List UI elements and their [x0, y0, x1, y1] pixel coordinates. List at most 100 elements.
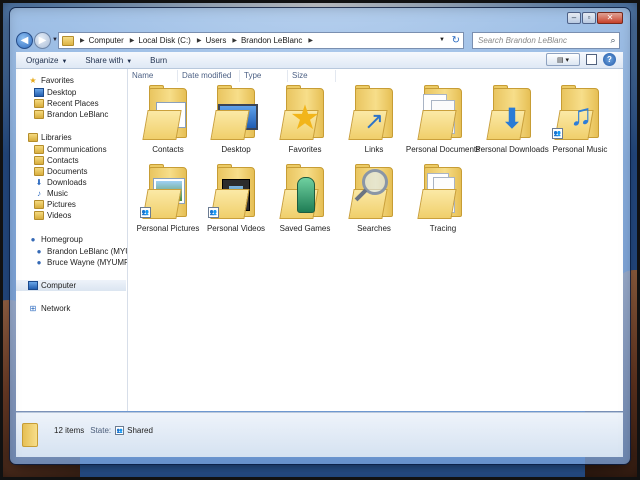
- forward-arrow-icon: ▶: [38, 35, 47, 46]
- address-bar[interactable]: ▶ Computer ▶ Local Disk (C:) ▶ Users ▶ B…: [58, 32, 464, 49]
- view-icon: ▤ ▾: [556, 56, 570, 64]
- share-with-button[interactable]: Share with ▼: [85, 56, 132, 65]
- nav-item-downloads[interactable]: ⬇ Downloads: [16, 177, 87, 188]
- change-view-button[interactable]: ▤ ▾: [546, 53, 580, 66]
- state-label: State:: [90, 426, 112, 435]
- folder-item-saved-games[interactable]: Saved Games: [271, 164, 339, 247]
- nav-item-homegroup-user-1[interactable]: ● Brandon LeBlanc (MYUM: [16, 246, 127, 257]
- folder-item-contacts[interactable]: ▤ Contacts: [134, 85, 202, 168]
- chevron-right-icon[interactable]: ▶: [130, 37, 135, 44]
- maximize-button[interactable]: ▫: [582, 12, 596, 24]
- nav-label: Videos: [47, 211, 72, 220]
- folder-icon: [22, 423, 38, 447]
- share-with-label: Share with: [85, 55, 124, 65]
- item-label: Saved Games: [279, 224, 331, 233]
- nav-label: Homegroup: [41, 235, 83, 244]
- column-header-date-modified[interactable]: Date modified: [178, 70, 240, 82]
- user-folder-icon: [34, 110, 44, 119]
- folder-item-favorites[interactable]: ★ Favorites: [271, 85, 339, 168]
- download-arrow-icon: ⬇: [500, 103, 524, 134]
- chevron-right-icon[interactable]: ▶: [197, 37, 202, 44]
- breadcrumb-item[interactable]: Local Disk (C:): [138, 36, 190, 45]
- forward-button[interactable]: ▶: [34, 32, 51, 49]
- back-button[interactable]: ◀: [16, 32, 33, 49]
- nav-label: Contacts: [47, 156, 79, 165]
- music-note-icon: ♫: [569, 99, 593, 132]
- libraries-icon: [28, 133, 38, 142]
- chevron-right-icon[interactable]: ▶: [232, 37, 237, 44]
- close-button[interactable]: ✕: [597, 12, 623, 24]
- nav-label: Brandon LeBlanc (MYUM: [47, 247, 127, 256]
- chevron-down-icon[interactable]: ▼: [439, 37, 445, 43]
- shared-icon: 👥: [115, 426, 125, 435]
- item-label: Links: [364, 145, 384, 154]
- nav-homegroup[interactable]: ● Homegroup: [16, 234, 83, 245]
- column-header-type[interactable]: Type: [240, 70, 288, 82]
- nav-label: Brandon LeBlanc: [47, 110, 109, 119]
- folder-item-links[interactable]: ↗ Links: [340, 85, 408, 168]
- nav-label: Desktop: [47, 88, 77, 97]
- folder-front: [417, 110, 457, 140]
- burn-button[interactable]: Burn: [150, 56, 167, 65]
- nav-item-homegroup-user-2[interactable]: ● Bruce Wayne (MYUMPC): [16, 257, 127, 268]
- nav-item-brandon-leblanc[interactable]: Brandon LeBlanc: [16, 109, 108, 120]
- folder-item-desktop[interactable]: Desktop: [202, 85, 270, 168]
- nav-item-videos[interactable]: Videos: [16, 210, 71, 221]
- nav-item-desktop[interactable]: Desktop: [16, 87, 76, 98]
- breadcrumb-item[interactable]: Brandon LeBlanc: [241, 36, 302, 45]
- preview-pane-button[interactable]: [586, 54, 597, 65]
- nav-item-recent-places[interactable]: Recent Places: [16, 98, 99, 109]
- folder-item-personal-videos[interactable]: 👥 Personal Videos: [202, 164, 270, 247]
- nav-label: Favorites: [41, 76, 74, 85]
- documents-icon: [34, 167, 44, 176]
- organize-button[interactable]: Organize ▼: [26, 56, 67, 65]
- nav-computer[interactable]: Computer: [16, 280, 126, 291]
- nav-label: Documents: [47, 167, 88, 176]
- minimize-button[interactable]: –: [567, 12, 581, 24]
- nav-favorites[interactable]: ★ Favorites: [16, 75, 74, 86]
- breadcrumb-item[interactable]: Computer: [89, 36, 124, 45]
- folder-item-personal-downloads[interactable]: ⬇ Personal Downloads: [475, 85, 549, 168]
- help-button[interactable]: ?: [603, 53, 616, 66]
- pictures-icon: [34, 200, 44, 209]
- link-arrow-icon: ↗: [363, 108, 385, 135]
- search-box[interactable]: Search Brandon LeBlanc ⌕: [472, 32, 620, 49]
- organize-label: Organize: [26, 55, 59, 65]
- item-label: Personal Music: [552, 145, 608, 154]
- chevron-right-icon[interactable]: ▶: [80, 37, 85, 44]
- shared-icon: 👥: [552, 128, 563, 139]
- communications-icon: [34, 145, 44, 154]
- help-icon: ?: [607, 55, 612, 64]
- nav-item-music[interactable]: ♪ Music: [16, 188, 68, 199]
- folder-item-personal-music[interactable]: ♫ 👥 Personal Music: [546, 85, 614, 168]
- trophy-icon: [297, 177, 315, 213]
- star-icon: ★: [289, 99, 321, 137]
- nav-label: Network: [41, 304, 71, 313]
- nav-item-communications[interactable]: Communications: [16, 144, 107, 155]
- nav-label: Libraries: [41, 133, 72, 142]
- nav-label: Downloads: [47, 178, 87, 187]
- folder-item-searches[interactable]: Searches: [340, 164, 408, 247]
- folder-item-personal-pictures[interactable]: 👥 Personal Pictures: [134, 164, 202, 247]
- nav-item-pictures[interactable]: Pictures: [16, 199, 76, 210]
- nav-item-documents[interactable]: Documents: [16, 166, 87, 177]
- details-info: 12 items State: 👥 Shared: [54, 426, 153, 435]
- column-header-size[interactable]: Size: [288, 70, 336, 82]
- refresh-icon[interactable]: ↻: [452, 35, 460, 46]
- item-label: Tracing: [429, 224, 457, 233]
- column-headers: Name Date modified Type Size: [128, 69, 623, 83]
- folder-item-tracing[interactable]: Tracing: [409, 164, 477, 247]
- folder-item-personal-documents[interactable]: Personal Documents: [406, 85, 480, 168]
- breadcrumb-item[interactable]: Users: [205, 36, 226, 45]
- nav-item-contacts[interactable]: Contacts: [16, 155, 79, 166]
- item-label: Personal Videos: [206, 224, 266, 233]
- state-value: Shared: [127, 426, 153, 435]
- column-header-name[interactable]: Name: [128, 70, 178, 82]
- search-input[interactable]: Search Brandon LeBlanc: [478, 36, 607, 45]
- item-count: 12 items: [54, 426, 85, 435]
- chevron-right-icon[interactable]: ▶: [308, 37, 313, 44]
- chevron-down-icon: ▼: [61, 58, 68, 65]
- nav-libraries[interactable]: Libraries: [16, 132, 72, 143]
- search-icon[interactable]: ⌕: [607, 35, 619, 46]
- nav-network[interactable]: ⊞ Network: [16, 303, 71, 314]
